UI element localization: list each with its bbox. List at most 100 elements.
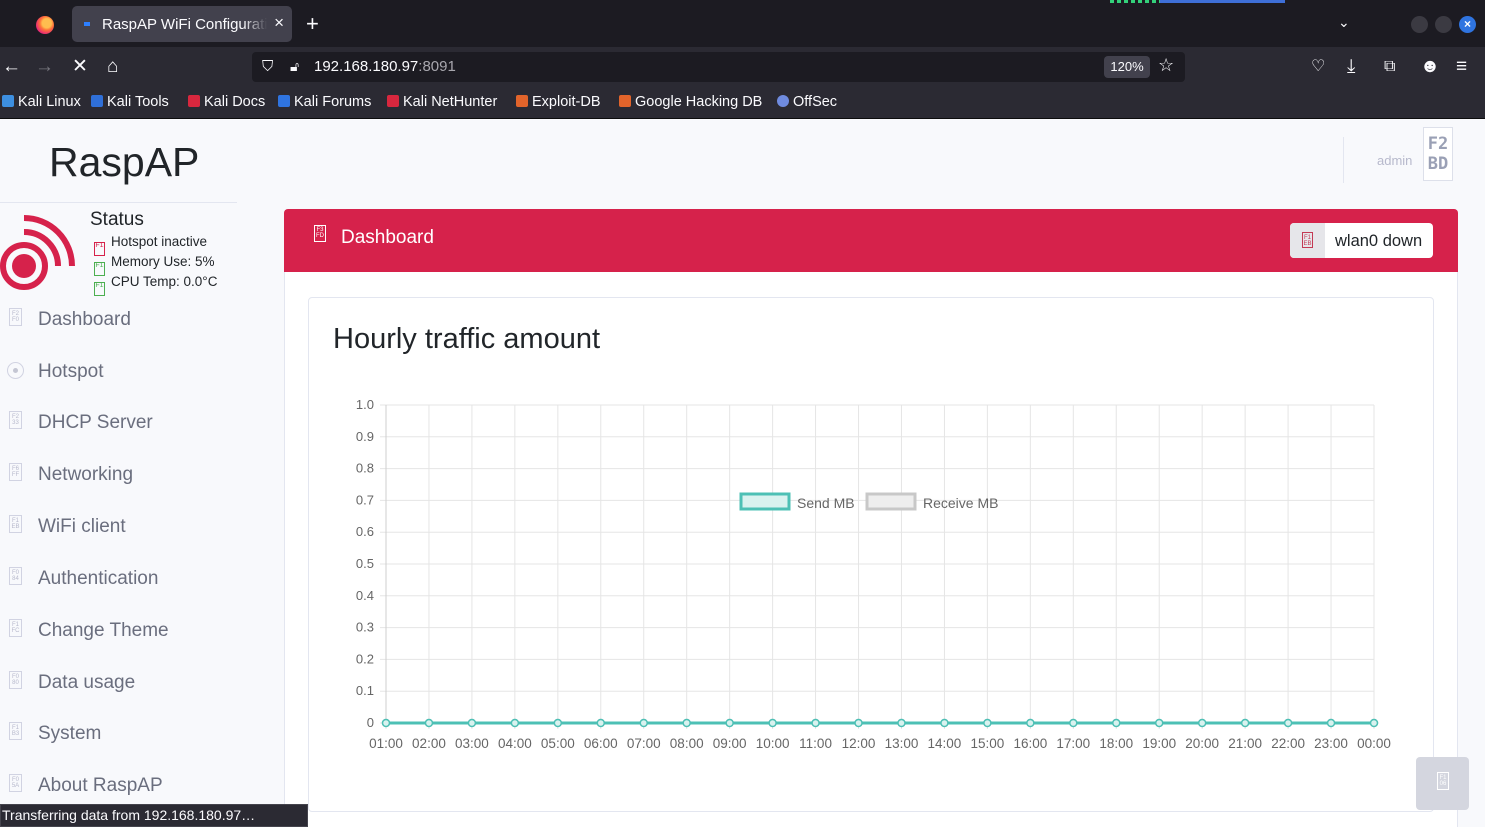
wifi-client-icon: F1 EB: [9, 515, 22, 533]
legend-label-receive-mb: Receive MB: [923, 495, 998, 511]
data-point-send-mb: [725, 718, 734, 728]
account-avatar-icon[interactable]: ☻: [1420, 56, 1440, 78]
browser-status-bar: Transferring data from 192.168.180.97…: [0, 804, 308, 827]
close-window-button[interactable]: ×: [1459, 16, 1476, 33]
x-tick-label: 10:00: [756, 736, 790, 751]
data-point-send-mb: [1026, 718, 1035, 728]
data-point-send-mb: [553, 718, 563, 728]
data-point-send-mb: [811, 718, 820, 728]
x-tick-label: 14:00: [928, 736, 962, 751]
sidebar-item-about[interactable]: F0 5A About RaspAP: [0, 769, 270, 809]
data-point-send-mb: [510, 718, 520, 728]
brand-title[interactable]: RaspAP: [49, 139, 199, 186]
bookmark-google-hacking-db[interactable]: Google Hacking DB: [619, 94, 762, 110]
data-point-send-mb: [1326, 718, 1336, 728]
sidebar-item-hotspot[interactable]: Hotspot: [0, 355, 270, 395]
y-tick-label: 0: [367, 715, 374, 730]
bookmark-kali-linux[interactable]: Kali Linux: [2, 94, 81, 110]
pocket-icon[interactable]: ♡: [1311, 56, 1325, 78]
dashboard-title: Dashboard: [341, 227, 434, 248]
x-tick-label: 19:00: [1142, 736, 1176, 751]
y-tick-label: 0.6: [356, 524, 374, 539]
nethunter-icon: [387, 95, 399, 107]
exploit-db-icon: [516, 95, 528, 107]
address-bar[interactable]: ⛉ 🔓︎ 192.168.180.97:8091 120% ☆: [252, 52, 1185, 82]
data-point-send-mb: [940, 718, 949, 728]
user-avatar[interactable]: F2 BD: [1423, 127, 1453, 181]
page-content: RaspAP admin F2 BD Status F1 Hotspot inact…: [0, 119, 1485, 827]
y-tick-label: 0.3: [356, 620, 374, 635]
x-tick-label: 08:00: [670, 736, 704, 751]
cpu-status-icon: F1: [94, 282, 105, 296]
data-point-send-mb: [1283, 718, 1293, 728]
data-point-send-mb: [1197, 718, 1207, 728]
insecure-lock-icon[interactable]: 🔓︎: [290, 58, 299, 75]
ghdb-icon: [619, 95, 631, 107]
legend-swatch-receive-mb: [865, 492, 917, 511]
sidebar-item-system[interactable]: F1 B3 System: [0, 717, 270, 757]
raspap-wifi-logo-icon: [0, 215, 75, 290]
stop-loading-icon[interactable]: ✕: [72, 56, 88, 78]
x-tick-label: 17:00: [1056, 736, 1090, 751]
data-point-send-mb: [1154, 718, 1164, 728]
bookmark-kali-docs[interactable]: Kali Docs: [188, 94, 265, 110]
interface-status-button[interactable]: F1 EB wlan0 down: [1290, 223, 1433, 258]
forward-arrow-icon[interactable]: →: [35, 56, 54, 78]
sidebar-item-wifi-client[interactable]: F1 EB WiFi client: [0, 510, 270, 550]
minimize-window-button[interactable]: [1411, 16, 1428, 33]
data-point-send-mb: [897, 718, 906, 728]
dhcp-icon: F2 33: [9, 411, 22, 429]
sidebar-item-dashboard[interactable]: F2 F0 Dashboard: [0, 303, 270, 343]
bookmark-kali-forums[interactable]: Kali Forums: [278, 94, 371, 110]
zoom-level-badge[interactable]: 120%: [1104, 56, 1150, 78]
y-tick-label: 0.4: [356, 588, 374, 603]
x-tick-label: 03:00: [455, 736, 489, 751]
home-icon[interactable]: ⌂: [107, 56, 118, 78]
data-point-send-mb: [596, 718, 606, 728]
kali-docs-icon: [188, 95, 200, 107]
sidebar-item-networking[interactable]: F6 FF Networking: [0, 458, 270, 498]
data-point-send-mb: [768, 718, 777, 728]
x-tick-label: 09:00: [713, 736, 747, 751]
bookmark-offsec[interactable]: OffSec: [777, 94, 837, 110]
sidebar-item-change-theme[interactable]: F1 FC Change Theme: [0, 614, 270, 654]
tracking-shield-icon[interactable]: ⛉: [262, 58, 273, 75]
menu-hamburger-icon[interactable]: ≡: [1456, 56, 1467, 78]
tab-raspap[interactable]: RaspAP WiFi Configuration Portal ×: [72, 6, 292, 42]
sidebar-item-authentication[interactable]: F0 84 Authentication: [0, 562, 270, 602]
scroll-to-top-button[interactable]: F1 06: [1416, 757, 1469, 810]
sidebar-item-dhcp-server[interactable]: F2 33 DHCP Server: [0, 406, 270, 446]
top-edge-decoration-blue: [1160, 0, 1285, 3]
data-point-send-mb: [854, 718, 863, 728]
kali-tools-icon: [91, 95, 103, 107]
bookmark-kali-tools[interactable]: Kali Tools: [91, 94, 169, 110]
bookmark-star-icon[interactable]: ☆: [1158, 55, 1174, 76]
kali-forums-icon: [278, 95, 290, 107]
bookmark-exploit-db[interactable]: Exploit-DB: [516, 94, 601, 110]
list-tabs-chevron-icon[interactable]: ⌄: [1338, 14, 1350, 31]
bookmark-kali-nethunter[interactable]: Kali NetHunter: [387, 94, 497, 110]
data-usage-icon: F0 80: [9, 671, 22, 689]
y-tick-label: 1.0: [356, 397, 374, 412]
downloads-icon[interactable]: ⤓: [1347, 56, 1355, 78]
kali-icon: [2, 95, 14, 107]
hourly-traffic-chart: 1.0 0.9 0.8 0.7 0.6 0.5 0.4 0.3 0.2 0.1 0 01:00 02:0…: [356, 397, 1391, 751]
url-text[interactable]: 192.168.180.97:8091: [314, 58, 456, 75]
sidebar-item-data-usage[interactable]: F0 80 Data usage: [0, 666, 270, 706]
data-point-send-mb: [1112, 718, 1121, 728]
firefox-icon[interactable]: [36, 16, 54, 34]
back-arrow-icon[interactable]: ←: [2, 56, 21, 78]
maximize-window-button[interactable]: [1435, 16, 1452, 33]
x-tick-label: 18:00: [1099, 736, 1133, 751]
close-tab-icon[interactable]: ×: [274, 14, 284, 32]
new-tab-button[interactable]: +: [306, 13, 319, 35]
offsec-icon: [777, 95, 789, 107]
brand-divider: [0, 202, 237, 203]
x-tick-label: 01:00: [369, 736, 403, 751]
user-name[interactable]: admin: [1377, 153, 1412, 168]
y-tick-label: 0.8: [356, 461, 374, 476]
data-point-send-mb: [1069, 718, 1078, 728]
tab-loading-icon: [84, 22, 90, 26]
x-tick-label: 23:00: [1314, 736, 1348, 751]
extensions-icon[interactable]: ⧉: [1384, 56, 1395, 78]
